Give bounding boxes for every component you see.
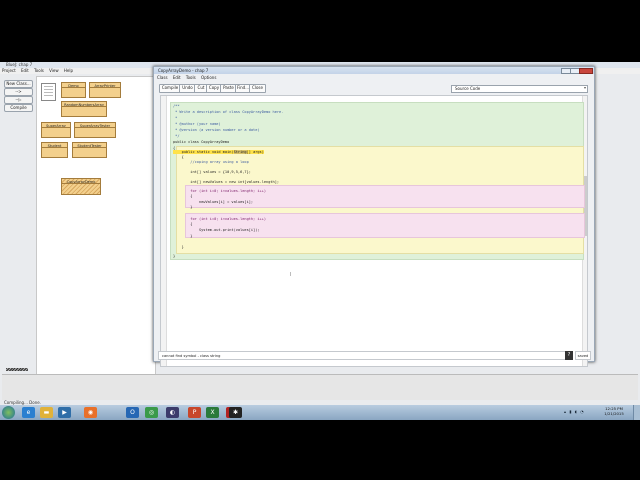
- compile-button[interactable]: Compile: [159, 84, 181, 93]
- eclipse-icon[interactable]: ◐: [166, 407, 179, 418]
- class-arrayprinter[interactable]: ArrayPrinter: [89, 82, 121, 98]
- code-line: * Write a description of class CopyArray…: [173, 110, 284, 114]
- class-superarraytester[interactable]: SuperArrayTester: [74, 122, 116, 138]
- clock-date: 1/21/2015: [604, 411, 624, 416]
- outlook-icon[interactable]: O: [126, 407, 139, 418]
- inherit-arrow-button[interactable]: --▷: [4, 96, 33, 104]
- menu-tools[interactable]: Tools: [186, 75, 196, 80]
- code-line-main: public static void main(String[] args): [173, 150, 264, 154]
- code-line: int[] newValues = new int[values.length]…: [173, 180, 280, 184]
- help-button[interactable]: ?: [565, 351, 573, 360]
- left-button-panel: New Class... --> --▷ Compile: [2, 78, 33, 368]
- menu-tools[interactable]: Tools: [34, 68, 44, 73]
- menu-view[interactable]: View: [49, 68, 59, 73]
- class-diagram: Demo ArrayPrinter RandomNumbersArray Sup…: [36, 76, 156, 376]
- line-gutter[interactable]: [161, 96, 167, 366]
- menu-options[interactable]: Options: [201, 75, 216, 80]
- firefox-icon[interactable]: ◉: [84, 407, 97, 418]
- code-line: * @author (your name): [173, 122, 221, 126]
- code-line: newValues[i] = values[i];: [173, 200, 254, 204]
- code-line: }: [173, 234, 193, 238]
- class-randomnumbersarray[interactable]: RandomNumbersArray: [61, 101, 107, 117]
- machine-status-indicator: [6, 368, 28, 371]
- code-line: }: [173, 205, 193, 209]
- main-sig-end: [] args): [246, 150, 264, 154]
- error-token[interactable]: String: [233, 150, 247, 154]
- mouse-cursor-icon: I: [290, 272, 292, 278]
- code-line: * @version (a version number or a date): [173, 128, 260, 132]
- class-student[interactable]: Student: [41, 142, 68, 158]
- folder-icon[interactable]: ▬: [40, 407, 53, 418]
- code-line: public class CopyArrayDemo: [173, 140, 230, 144]
- code-line: for (int i=0; i<values.length; i++): [173, 189, 267, 193]
- uses-arrow-button[interactable]: -->: [4, 88, 33, 96]
- compile-button[interactable]: Compile: [4, 104, 33, 112]
- menu-class[interactable]: Class: [157, 75, 168, 80]
- code-line: {: [173, 155, 184, 159]
- class-copyarraydemo[interactable]: CopyArrayDemo: [61, 178, 101, 195]
- taskbar: e ▬ ▶ ◉ O ◎ ◐ P X A ✱ ▴ ▮ ◖ ◔ 12:25 PM 1…: [0, 405, 640, 420]
- editor-toolbar: Compile Undo Cut Copy Paste Find... Clos…: [154, 82, 594, 93]
- saved-status: saved: [575, 351, 591, 360]
- code-line: for (int i=0; i<values.length; i++): [173, 217, 267, 221]
- code-line: }: [173, 245, 184, 249]
- code-line: System.out.print(values[i]);: [173, 228, 260, 232]
- media-player-icon[interactable]: ▶: [58, 407, 71, 418]
- menu-edit[interactable]: Edit: [173, 75, 181, 80]
- close-button[interactable]: Close: [249, 84, 266, 93]
- main-sig-start: public static void main(: [173, 150, 234, 154]
- code-line: */: [173, 134, 180, 138]
- chrome-icon[interactable]: ◎: [145, 407, 158, 418]
- excel-icon[interactable]: X: [206, 407, 219, 418]
- code-line: }: [173, 254, 176, 258]
- menu-help[interactable]: Help: [64, 68, 73, 73]
- view-mode-select[interactable]: Source Code: [451, 85, 588, 93]
- object-bench: [2, 374, 638, 400]
- powerpoint-icon[interactable]: P: [188, 407, 201, 418]
- code-editor[interactable]: /** * Write a description of class CopyA…: [160, 95, 588, 367]
- code-line: {: [173, 194, 193, 198]
- editor-title-bar: CopyArrayDemo - chap 7: [154, 67, 594, 74]
- code-line: {: [173, 222, 193, 226]
- code-line: /**: [173, 104, 180, 108]
- bluej-icon[interactable]: ✱: [229, 407, 242, 418]
- show-desktop-button[interactable]: [633, 405, 640, 420]
- class-superarray[interactable]: SuperArray: [41, 122, 71, 138]
- clock[interactable]: 12:25 PM 1/21/2015: [600, 406, 628, 419]
- code-line: int[] values = {10,9,5,6,7};: [173, 170, 251, 174]
- code-line: //coping array using a loop: [173, 160, 249, 164]
- class-demo[interactable]: Demo: [61, 82, 86, 98]
- editor-menu-bar: Class Edit Tools Options: [154, 74, 594, 81]
- system-tray[interactable]: ▴ ▮ ◖ ◔: [564, 409, 596, 415]
- ie-icon[interactable]: e: [22, 407, 35, 418]
- new-class-button[interactable]: New Class...: [4, 80, 33, 88]
- editor-window: CopyArrayDemo - chap 7 Class Edit Tools …: [153, 66, 595, 367]
- menu-edit[interactable]: Edit: [21, 68, 29, 73]
- readme-icon[interactable]: [41, 83, 56, 101]
- class-studenttester[interactable]: StudentTester: [72, 142, 107, 158]
- compiler-message: cannot find symbol - class string: [158, 351, 568, 360]
- start-button-icon[interactable]: [2, 406, 15, 419]
- code-line: *: [173, 116, 178, 120]
- menu-project[interactable]: Project: [2, 68, 16, 73]
